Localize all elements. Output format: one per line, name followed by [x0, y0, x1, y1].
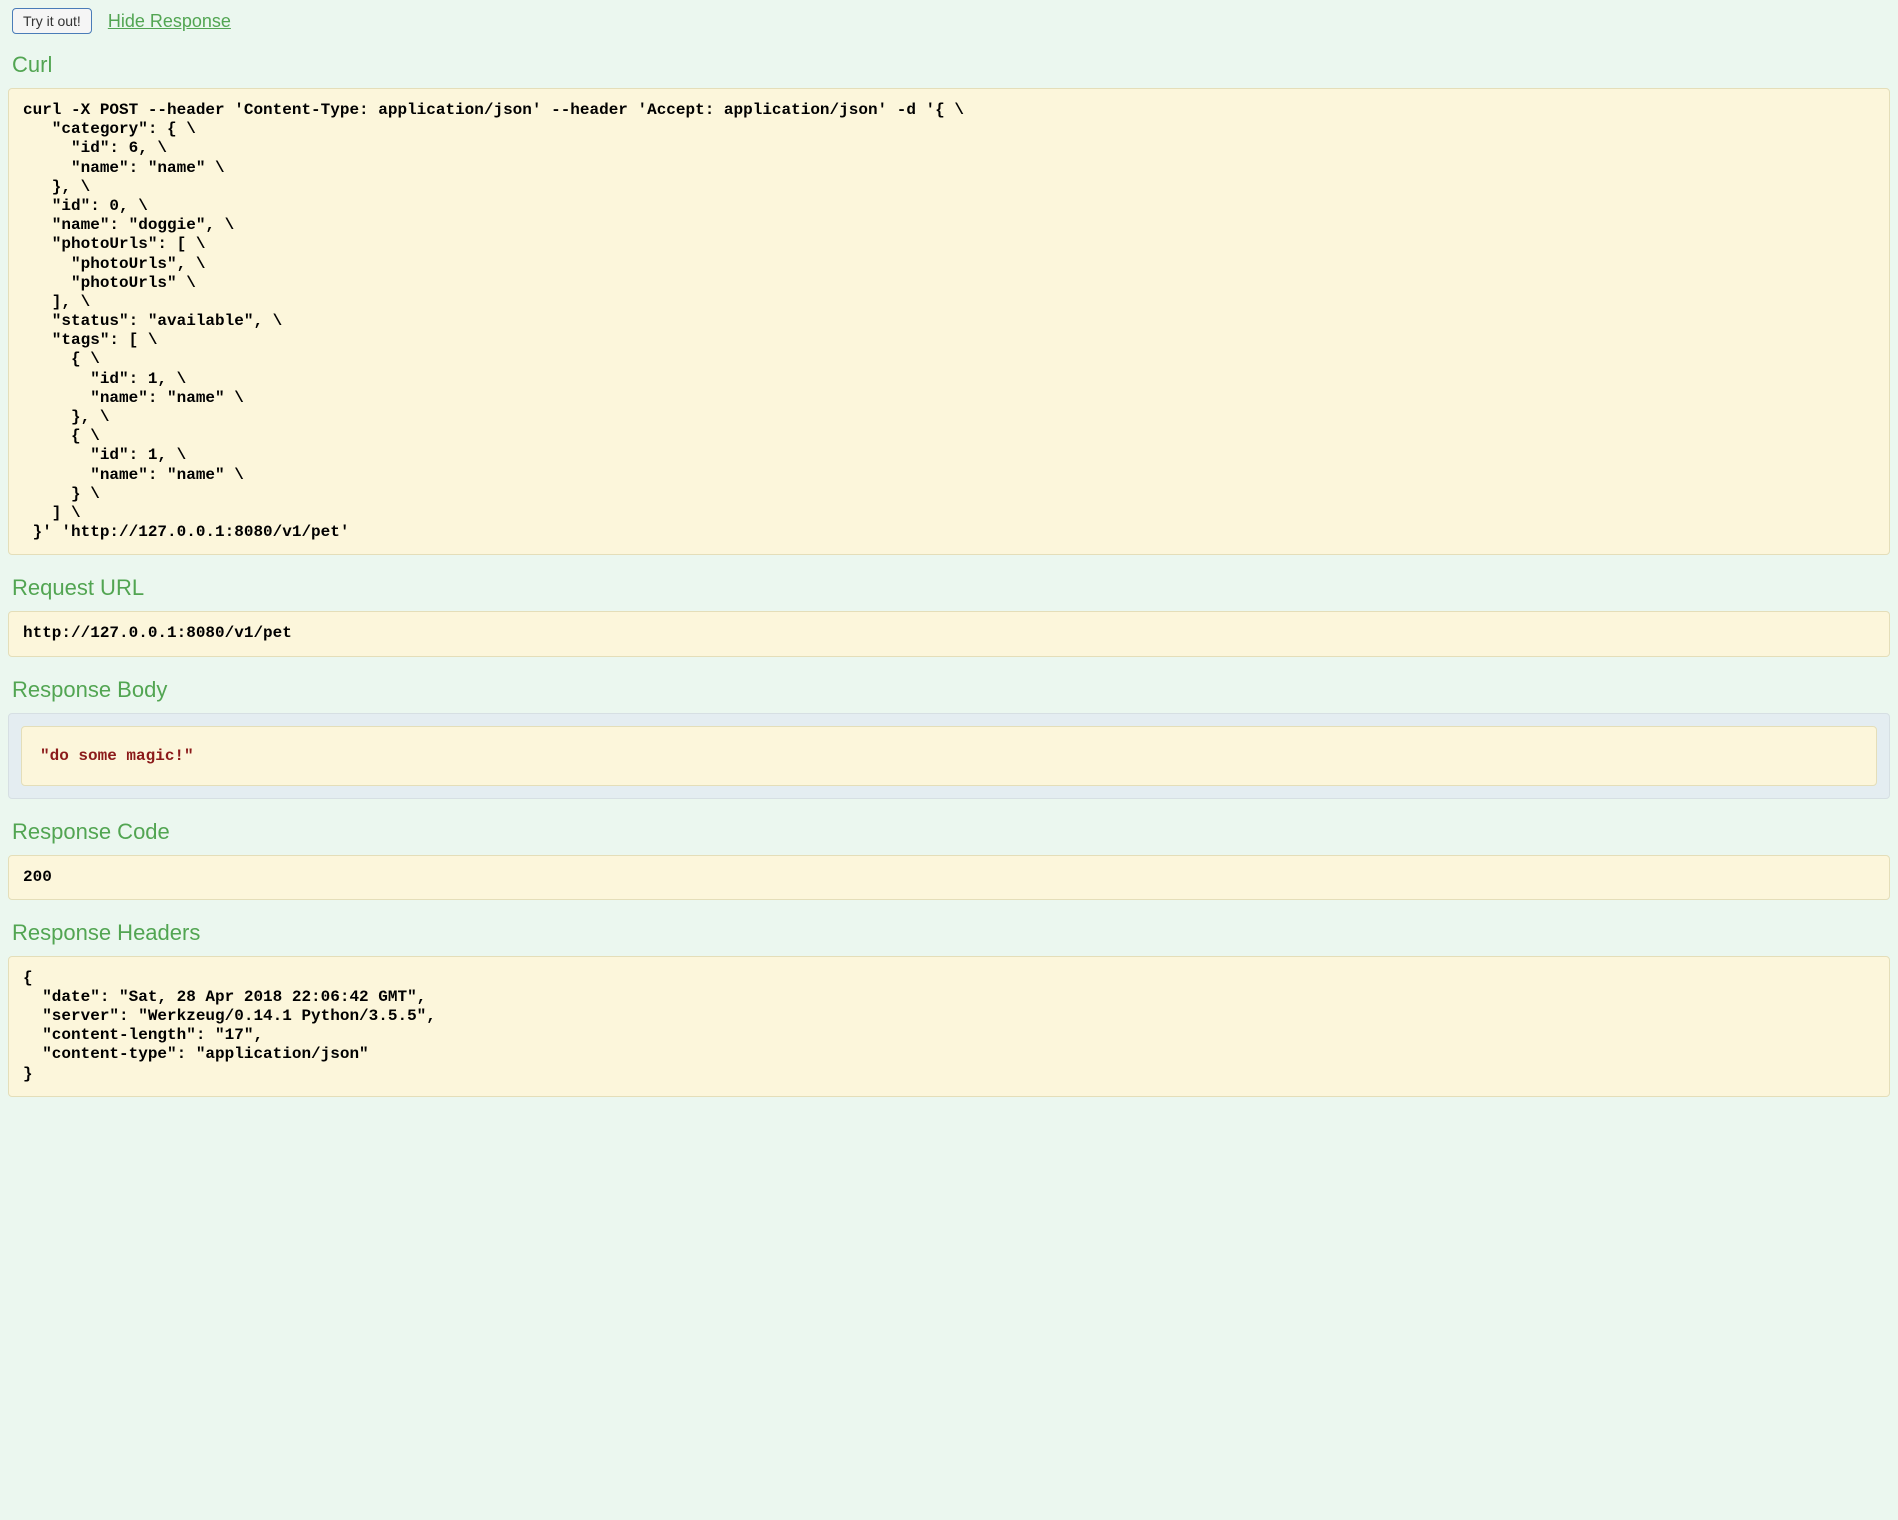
request-url-heading: Request URL — [8, 575, 1890, 601]
request-url-block: http://127.0.0.1:8080/v1/pet — [8, 611, 1890, 656]
hide-response-link[interactable]: Hide Response — [108, 11, 231, 32]
response-body-block: "do some magic!" — [21, 726, 1877, 786]
curl-code-block: curl -X POST --header 'Content-Type: app… — [8, 88, 1890, 555]
curl-heading: Curl — [8, 52, 1890, 78]
response-code-block: 200 — [8, 855, 1890, 900]
top-bar: Try it out! Hide Response — [8, 8, 1890, 34]
try-it-out-button[interactable]: Try it out! — [12, 8, 92, 34]
response-body-heading: Response Body — [8, 677, 1890, 703]
response-body-wrapper: "do some magic!" — [8, 713, 1890, 799]
response-headers-block: { "date": "Sat, 28 Apr 2018 22:06:42 GMT… — [8, 956, 1890, 1097]
response-code-heading: Response Code — [8, 819, 1890, 845]
response-headers-heading: Response Headers — [8, 920, 1890, 946]
